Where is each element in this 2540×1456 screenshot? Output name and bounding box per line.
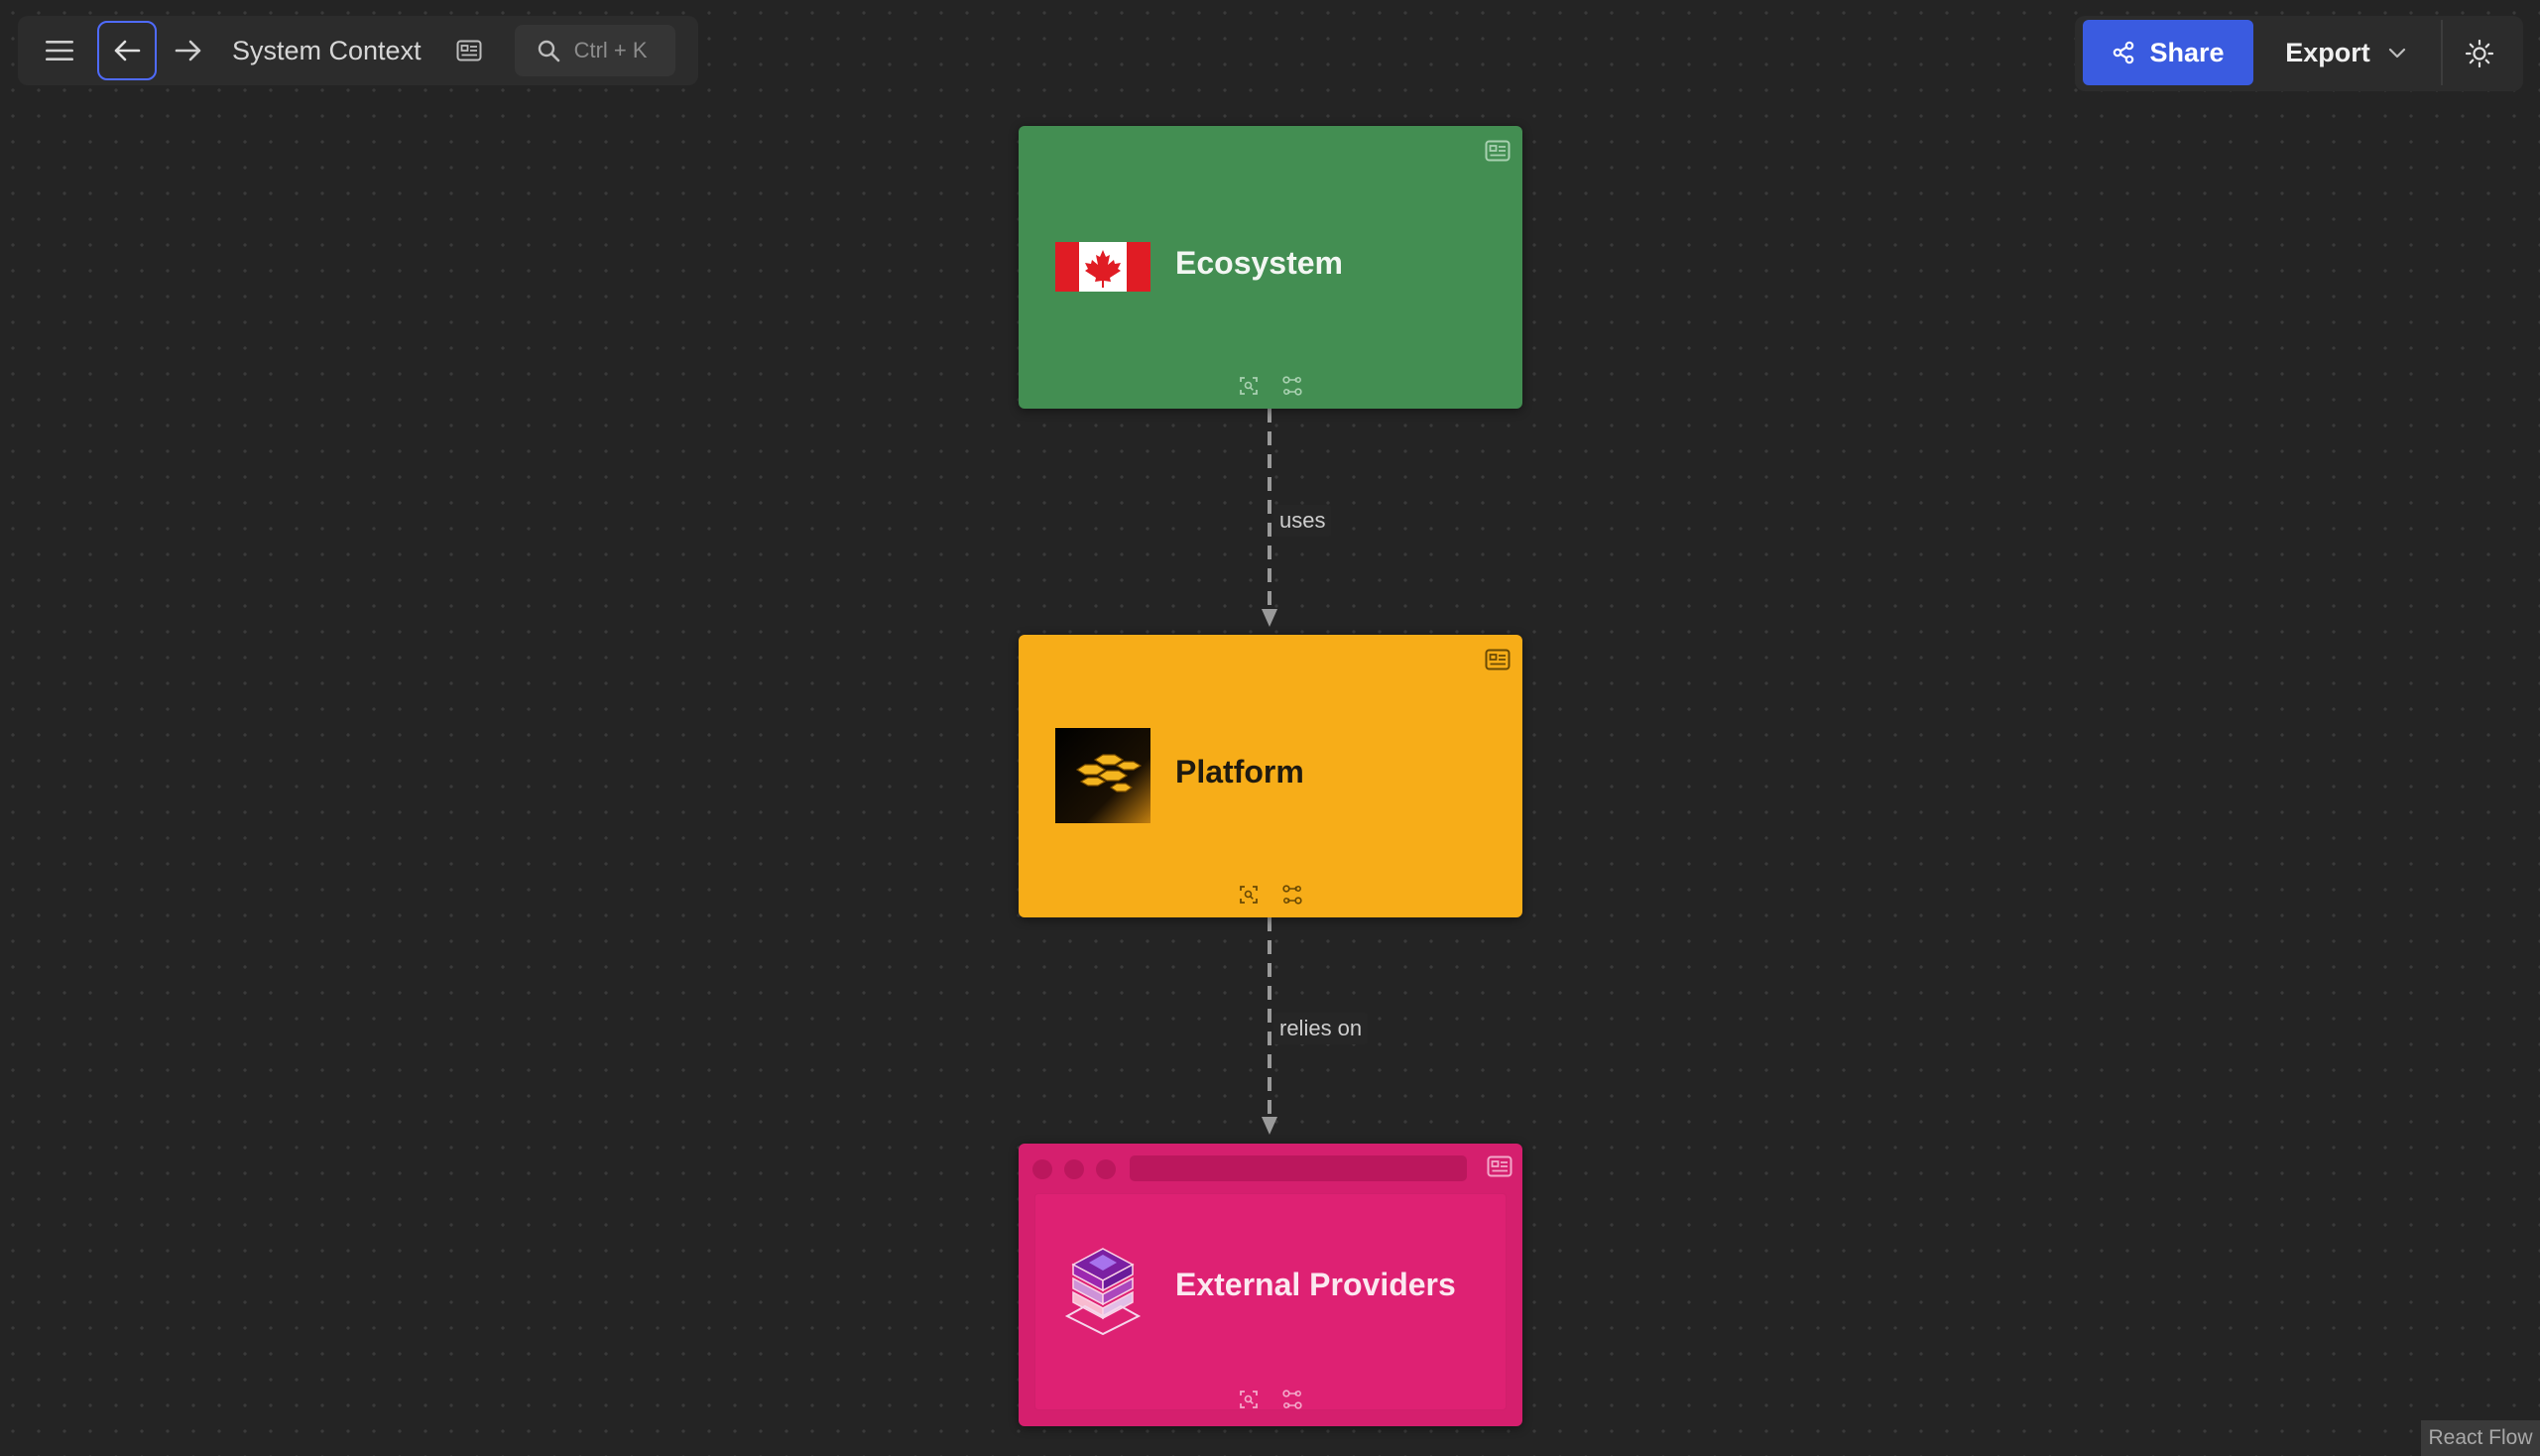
relationships-button[interactable] (1279, 1387, 1305, 1412)
browser-dot (1032, 1159, 1052, 1179)
edge-label-relies-on: relies on (1273, 1013, 1369, 1044)
node-ecosystem[interactable]: Ecosystem (1019, 126, 1522, 409)
relationships-icon (1282, 1390, 1302, 1409)
relationships-icon (1282, 885, 1302, 905)
id-card-icon (1485, 649, 1511, 670)
focus-icon (1240, 377, 1258, 395)
relationships-button[interactable] (1279, 373, 1305, 399)
browser-dot (1096, 1159, 1116, 1179)
id-card-icon (1487, 1155, 1512, 1177)
node-platform[interactable]: Platform (1019, 635, 1522, 917)
focus-button[interactable] (1236, 882, 1262, 908)
browser-dot (1064, 1159, 1084, 1179)
node-actions (1034, 1387, 1507, 1412)
relationships-button[interactable] (1279, 882, 1305, 908)
relationships-icon (1282, 376, 1302, 396)
canada-flag-image (1055, 219, 1150, 314)
hexagon-logo-image (1055, 728, 1150, 823)
id-card-icon (1485, 140, 1511, 162)
node-title: Platform (1175, 754, 1304, 789)
node-actions (1019, 373, 1522, 399)
node-actions (1019, 882, 1522, 908)
focus-icon (1240, 886, 1258, 904)
node-title: Ecosystem (1175, 245, 1343, 281)
node-details-button[interactable] (1483, 645, 1512, 674)
browser-address-bar (1130, 1155, 1467, 1181)
focus-button[interactable] (1236, 1387, 1262, 1412)
focus-icon (1240, 1391, 1258, 1408)
focus-button[interactable] (1236, 373, 1262, 399)
react-flow-attribution-link[interactable]: React Flow (2421, 1420, 2540, 1456)
edge-label-uses: uses (1273, 505, 1332, 537)
browser-bar (1019, 1144, 1522, 1193)
node-details-button[interactable] (1483, 136, 1512, 166)
browser-content: External Providers (1034, 1193, 1507, 1410)
node-title: External Providers (1175, 1267, 1456, 1302)
isometric-stack-image (1055, 1241, 1150, 1336)
node-details-button[interactable] (1485, 1152, 1514, 1181)
node-external-providers[interactable]: External Providers (1019, 1144, 1522, 1426)
